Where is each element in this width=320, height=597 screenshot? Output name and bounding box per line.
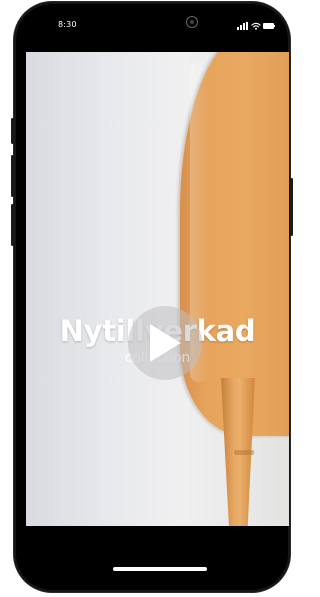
play-icon (150, 324, 181, 362)
table-leg-joint (234, 450, 254, 455)
phone-side-button (290, 178, 293, 236)
product-video[interactable]: Nytillverkad collection (26, 52, 289, 526)
signal-icon (237, 22, 248, 30)
phone-side-button (11, 155, 14, 197)
status-time: 8:30 (58, 20, 77, 29)
wifi-icon (251, 22, 261, 30)
status-icons (237, 21, 275, 31)
phone-side-button (11, 118, 14, 144)
battery-icon (263, 23, 275, 29)
play-button[interactable] (128, 306, 202, 380)
phone-side-button (11, 204, 14, 246)
home-indicator[interactable] (113, 567, 207, 571)
camera-icon (186, 16, 198, 28)
status-bar: 8:30 (26, 16, 288, 38)
